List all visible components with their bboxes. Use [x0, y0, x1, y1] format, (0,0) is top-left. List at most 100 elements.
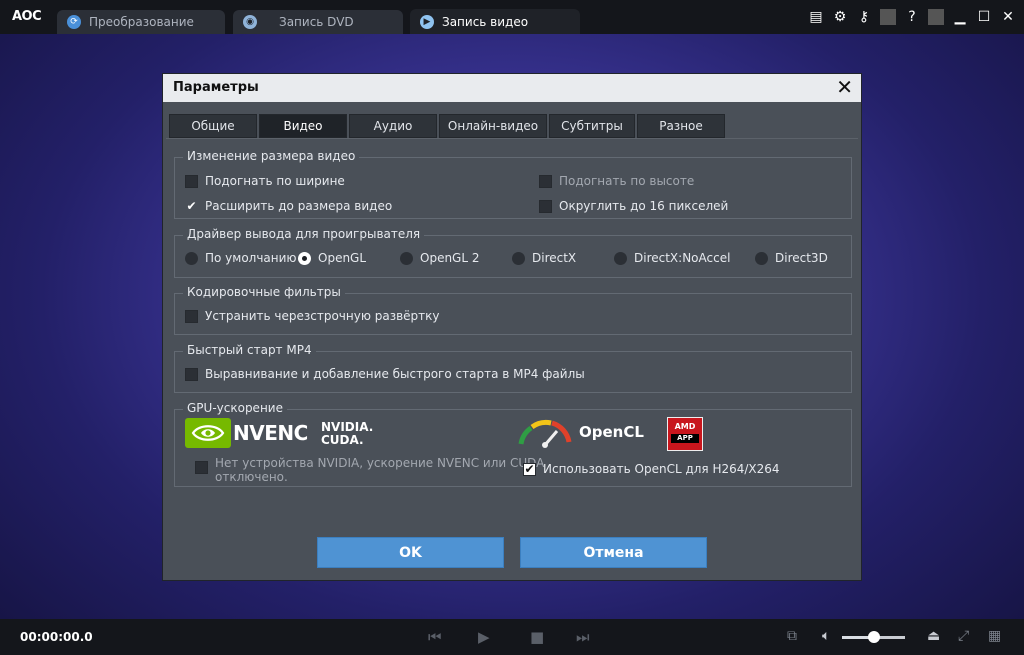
driver-option-directx[interactable]: DirectX [512, 251, 576, 265]
eject-icon[interactable]: ⏏ [927, 628, 940, 644]
toolbar-divider [880, 9, 896, 25]
round16-option[interactable]: Округлить до 16 пикселей [539, 199, 728, 213]
driver-radio-directx-noaccel[interactable] [614, 251, 627, 265]
deinterlace-checkbox[interactable] [185, 309, 198, 323]
resize-group: Изменение размера видео Подогнать по шир… [174, 149, 852, 219]
driver-option-opengl2[interactable]: OpenGL 2 [400, 251, 479, 265]
opencl-label: Использовать OpenCL для H264/X264 [543, 462, 780, 476]
driver-label-default: По умолчанию [205, 251, 297, 265]
fit-height-label: Подогнать по высоте [559, 174, 695, 188]
tab-audio[interactable]: Аудио [349, 114, 437, 138]
driver-option-direct3d[interactable]: Direct3D [755, 251, 828, 265]
dvd-icon: ◉ [243, 15, 257, 29]
codec-filters-label: Кодировочные фильтры [183, 285, 345, 299]
list-icon[interactable]: ▤ [808, 8, 824, 26]
app-logo: AOC [12, 9, 42, 24]
driver-radio-default[interactable] [185, 251, 198, 265]
driver-label-directx-noaccel: DirectX:NoAccel [634, 251, 731, 265]
opencl-gauge-icon [517, 418, 573, 451]
tab-convert[interactable]: ⟳ Преобразование [57, 10, 225, 34]
volume-icon[interactable]: 🔈︎ [822, 628, 830, 644]
window-controls: ▤ ⚙ ⚷ ? ▁ ☐ ✕ [808, 8, 1016, 26]
tab-record-video-label: Запись видео [442, 14, 529, 29]
tab-online-video[interactable]: Онлайн-видео [439, 114, 547, 138]
gpu-group-label: GPU-ускорение [183, 401, 287, 415]
expand-label: Расширить до размера видео [205, 199, 393, 213]
screenshot-icon[interactable]: ⧉ [787, 628, 797, 644]
dialog-close-icon[interactable]: ✕ [836, 76, 853, 98]
tab-general[interactable]: Общие [169, 114, 257, 138]
opencl-logo-text: OpenCL [579, 423, 644, 441]
tab-video[interactable]: Видео [259, 114, 347, 138]
opencl-option[interactable]: ✔ Использовать OpenCL для H264/X264 [523, 462, 780, 476]
stop-icon[interactable]: ■ [530, 628, 544, 646]
film-icon[interactable]: ▦ [988, 628, 1001, 644]
driver-radio-opengl2[interactable] [400, 251, 413, 265]
driver-label-opengl2: OpenGL 2 [420, 251, 480, 265]
mp4-faststart-checkbox[interactable] [185, 367, 198, 381]
driver-option-opengl[interactable]: OpenGL [298, 251, 366, 265]
fit-width-option[interactable]: Подогнать по ширине [185, 174, 345, 188]
nvidia-message-line2: отключено. [215, 470, 288, 484]
player-bar: 00:00:00.0 ⏮ ▶ ■ ⏭ ⧉ 🔈︎ ⏏ ⤢ ▦ [0, 619, 1024, 655]
dialog-title-bar: Параметры ✕ [163, 74, 861, 102]
play-icon[interactable]: ▶ [478, 628, 490, 646]
resize-group-label: Изменение размера видео [183, 149, 360, 163]
cuda-logo-line2: CUDA. [321, 433, 364, 447]
minimize-icon[interactable]: ▁ [952, 8, 968, 26]
tab-subtitles[interactable]: Субтитры [549, 114, 635, 138]
gpu-group: GPU-ускорение NVENC NVIDIA. CUDA. Нет ус… [174, 401, 852, 487]
nvidia-message-line1: Нет устройства NVIDIA, ускорение NVENC и… [215, 456, 545, 470]
title-bar: AOC ⟳ Преобразование ◉ Запись DVD ▶ Запи… [0, 0, 1024, 34]
opencl-checkbox[interactable]: ✔ [523, 462, 536, 476]
driver-group: Драйвер вывода для проигрывателя По умол… [174, 227, 852, 278]
next-icon[interactable]: ⏭ [576, 628, 590, 646]
deinterlace-option[interactable]: Устранить черезстрочную развёртку [185, 309, 440, 323]
video-settings-panel: Изменение размера видео Подогнать по шир… [166, 138, 858, 524]
previous-icon[interactable]: ⏮ [428, 628, 442, 646]
playback-time: 00:00:00.0 [20, 630, 93, 644]
driver-option-default[interactable]: По умолчанию [185, 251, 297, 265]
driver-radio-direct3d[interactable] [755, 251, 768, 265]
convert-icon: ⟳ [67, 15, 81, 29]
mp4-faststart-group-label: Быстрый старт MP4 [183, 343, 316, 357]
dialog-tabs: Общие Видео Аудио Онлайн-видео Субтитры … [169, 114, 725, 138]
fit-width-label: Подогнать по ширине [205, 174, 345, 188]
mp4-faststart-group: Быстрый старт MP4 Выравнивание и добавле… [174, 343, 852, 393]
tab-dvd-label: Запись DVD [279, 15, 354, 29]
expand-checkbox[interactable]: ✔ [185, 200, 198, 213]
tab-dvd[interactable]: ◉ Запись DVD [233, 10, 403, 34]
deinterlace-label: Устранить черезстрочную развёртку [205, 309, 440, 323]
tab-misc[interactable]: Разное [637, 114, 725, 138]
driver-label-directx: DirectX [532, 251, 577, 265]
mp4-faststart-label: Выравнивание и добавление быстрого старт… [205, 367, 585, 381]
fit-height-checkbox[interactable] [539, 174, 552, 188]
play-icon: ▶ [420, 14, 434, 29]
key-icon[interactable]: ⚷ [856, 8, 872, 26]
round16-checkbox[interactable] [539, 199, 552, 213]
gear-icon[interactable]: ⚙ [832, 8, 848, 26]
mp4-faststart-option[interactable]: Выравнивание и добавление быстрого старт… [185, 367, 585, 381]
amd-logo-line1: AMD [674, 422, 696, 431]
maximize-icon[interactable]: ☐ [976, 8, 992, 26]
expand-option[interactable]: ✔ Расширить до размера видео [185, 199, 392, 213]
driver-label-opengl: OpenGL [318, 251, 367, 265]
driver-radio-opengl[interactable] [298, 251, 311, 265]
volume-slider[interactable] [842, 631, 905, 643]
round16-label: Округлить до 16 пикселей [559, 199, 729, 213]
close-icon[interactable]: ✕ [1000, 8, 1016, 26]
cancel-button[interactable]: Отмена [520, 537, 707, 568]
driver-option-directx-noaccel[interactable]: DirectX:NoAccel [614, 251, 730, 265]
cuda-logo: NVIDIA. CUDA. [321, 421, 373, 447]
nvenc-logo-text: NVENC [233, 421, 308, 445]
help-icon[interactable]: ? [904, 8, 920, 26]
driver-radio-directx[interactable] [512, 251, 525, 265]
tab-record-video[interactable]: ▶ Запись видео [410, 9, 580, 34]
nvidia-eye-icon [185, 418, 231, 448]
fullscreen-icon[interactable]: ⤢ [958, 628, 969, 644]
amd-logo-line2: APP [671, 434, 699, 443]
ok-button[interactable]: OK [317, 537, 504, 568]
volume-slider-knob[interactable] [867, 631, 880, 643]
fit-width-checkbox[interactable] [185, 174, 198, 188]
fit-height-option[interactable]: Подогнать по высоте [539, 174, 694, 188]
